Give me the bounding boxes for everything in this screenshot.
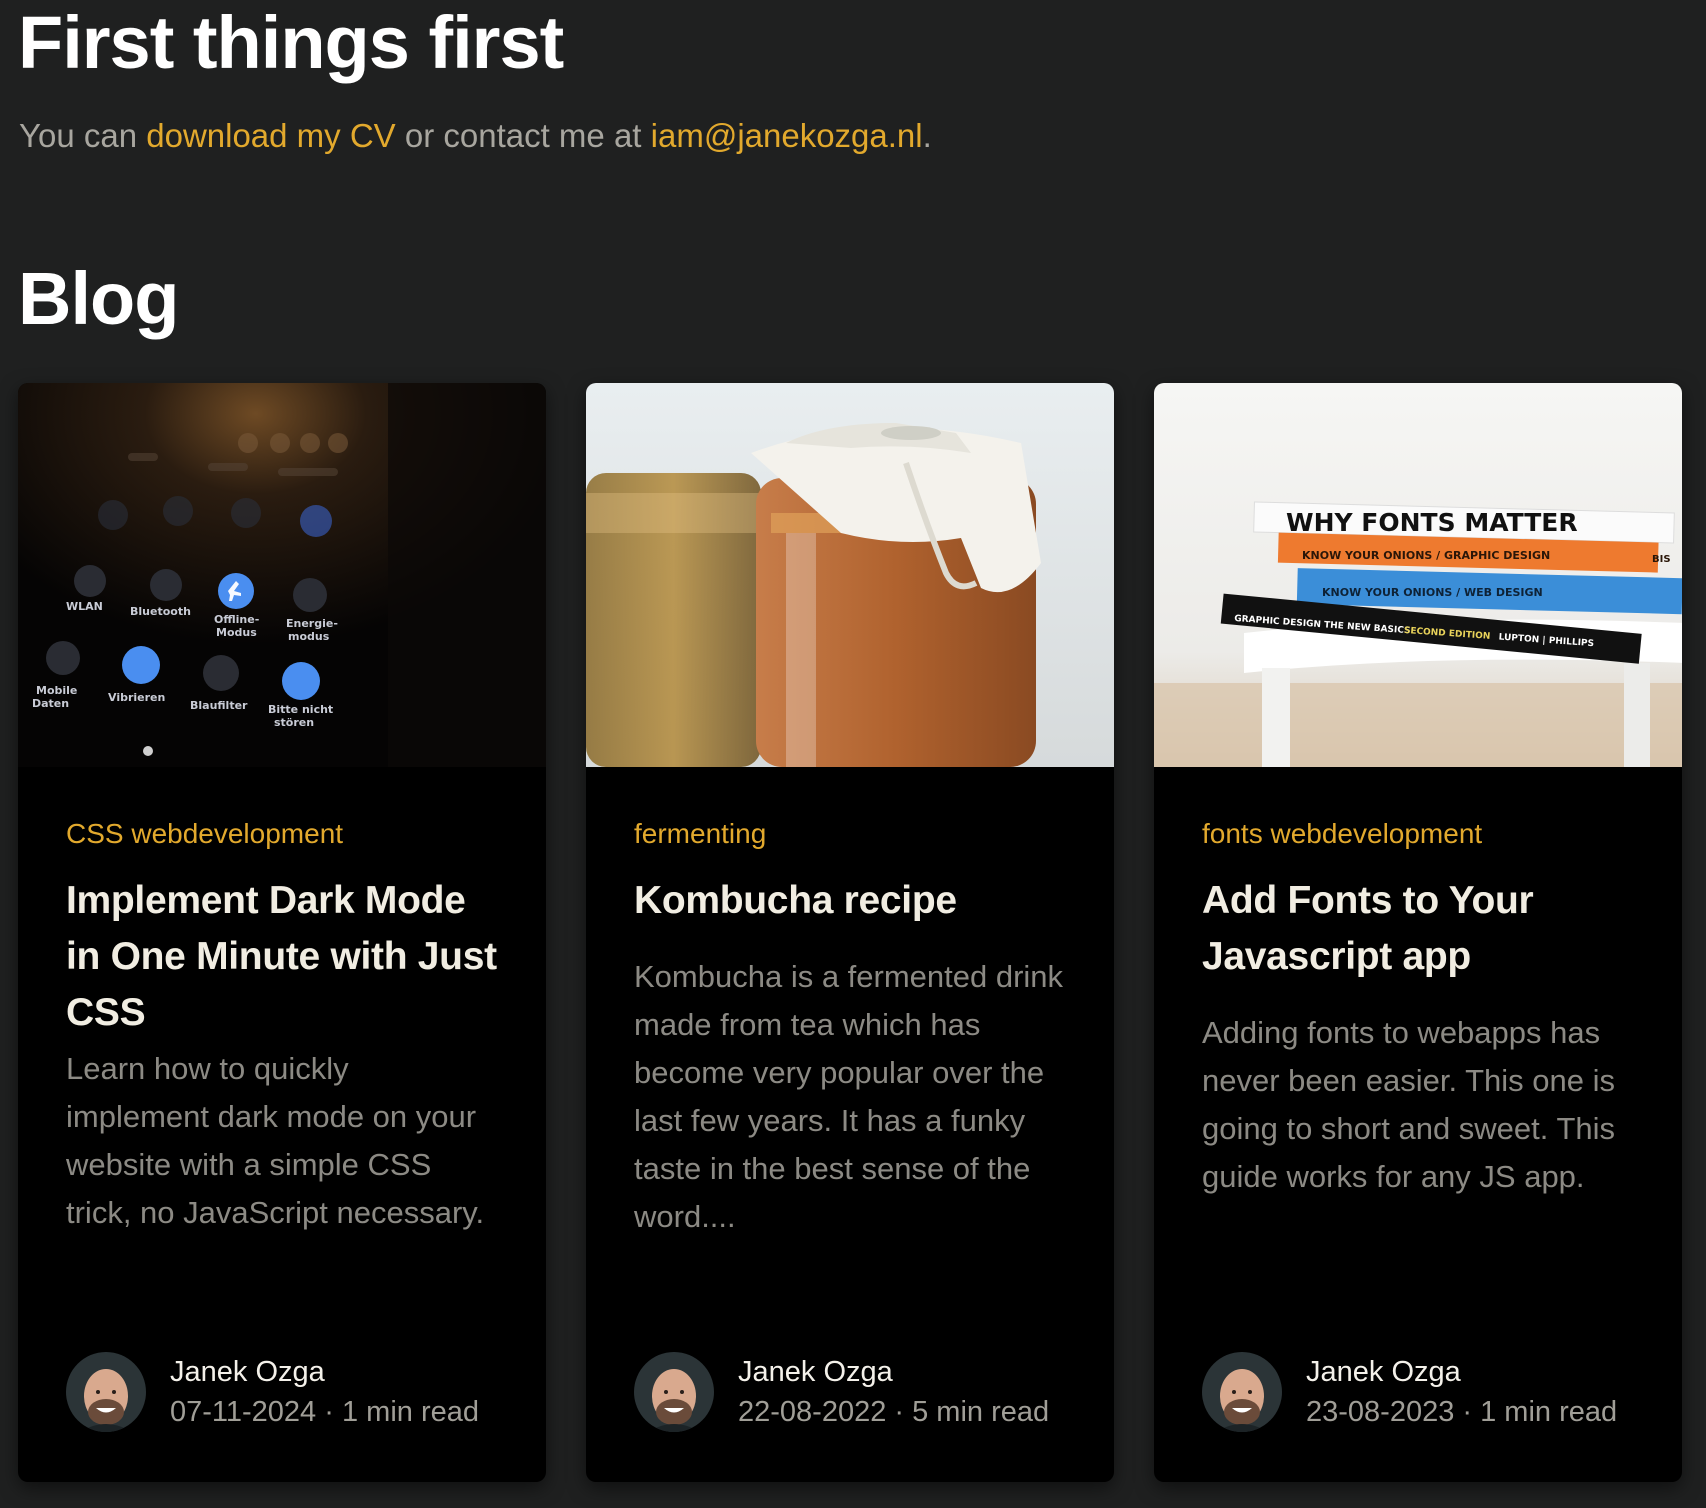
- publisher-mark: BIS: [1652, 554, 1671, 565]
- post-excerpt: Kombucha is a fermented drink made from …: [634, 959, 1064, 1234]
- post-date: 07-11-2024: [170, 1396, 317, 1428]
- post-thumbnail: WLAN Bluetooth Offline- Modus Energie- m…: [18, 383, 546, 767]
- post-meta: 23-08-2023 · 1 min read: [1306, 1394, 1617, 1430]
- blog-heading: Blog: [18, 257, 179, 340]
- thumb-label: Modus: [216, 626, 257, 639]
- read-time: 1 min read: [1480, 1396, 1618, 1428]
- post-tags[interactable]: fermenting: [634, 816, 766, 852]
- thumb-label: Vibrieren: [108, 691, 165, 704]
- email-link[interactable]: iam@janekozga.nl: [651, 117, 923, 154]
- thumb-label: stören: [274, 716, 314, 729]
- book-title: KNOW YOUR ONIONS / WEB DESIGN: [1322, 586, 1543, 599]
- book-title: WHY FONTS MATTER: [1286, 508, 1578, 537]
- post-excerpt: Learn how to quickly implement dark mode…: [66, 1051, 485, 1230]
- avatar: [66, 1352, 146, 1432]
- author-name: Janek Ozga: [738, 1356, 893, 1388]
- intro-suffix: .: [922, 117, 932, 154]
- page-title: First things first: [18, 1, 564, 84]
- thumb-label: Offline-: [214, 613, 259, 626]
- thumb-label: Bitte nicht: [268, 703, 333, 716]
- meta-separator: ·: [1454, 1396, 1481, 1428]
- post-tags[interactable]: fonts webdevelopment: [1202, 816, 1482, 852]
- intro-middle: or contact me at: [395, 117, 651, 154]
- post-thumbnail: WHY FONTS MATTER KNOW YOUR ONIONS / GRAP…: [1154, 383, 1682, 767]
- thumb-label: WLAN: [66, 600, 103, 613]
- post-meta: 22-08-2022 · 5 min read: [738, 1394, 1049, 1430]
- post-meta: 07-11-2024 · 1 min read: [170, 1394, 479, 1430]
- page: First things first You can download my C…: [0, 0, 1706, 1508]
- download-cv-link[interactable]: download my CV: [146, 117, 395, 154]
- blog-card[interactable]: fermenting Kombucha recipe Kombucha is a…: [586, 383, 1114, 1482]
- intro-text: You can download my CV or contact me at …: [19, 112, 932, 160]
- author-name: Janek Ozga: [170, 1356, 325, 1388]
- thumb-label: Daten: [32, 697, 69, 710]
- read-time: 1 min read: [341, 1396, 479, 1428]
- intro-prefix: You can: [19, 117, 147, 154]
- author-name: Janek Ozga: [1306, 1356, 1461, 1388]
- avatar: [634, 1352, 714, 1432]
- post-title[interactable]: Add Fonts to Your Javascript app: [1202, 873, 1642, 985]
- read-time: 5 min read: [912, 1396, 1050, 1428]
- meta-separator: ·: [886, 1396, 913, 1428]
- blog-card[interactable]: WLAN Bluetooth Offline- Modus Energie- m…: [18, 383, 546, 1482]
- thumb-label: Bluetooth: [130, 605, 191, 618]
- thumb-label: Energie-: [286, 617, 338, 630]
- thumb-label: modus: [288, 630, 330, 643]
- blog-card[interactable]: WHY FONTS MATTER KNOW YOUR ONIONS / GRAP…: [1154, 383, 1682, 1482]
- post-date: 23-08-2023: [1306, 1396, 1455, 1428]
- post-date: 22-08-2022: [738, 1396, 887, 1428]
- post-title[interactable]: Implement Dark Mode in One Minute with J…: [66, 873, 506, 1041]
- post-title[interactable]: Kombucha recipe: [634, 873, 1074, 929]
- thumb-label: Mobile: [36, 684, 77, 697]
- meta-separator: ·: [316, 1396, 342, 1428]
- post-thumbnail: [586, 383, 1114, 767]
- book-title: KNOW YOUR ONIONS / GRAPHIC DESIGN: [1302, 549, 1550, 562]
- post-tags[interactable]: CSS webdevelopment: [66, 816, 343, 852]
- avatar: [1202, 1352, 1282, 1432]
- post-excerpt: Adding fonts to webapps has never been e…: [1202, 1015, 1616, 1194]
- thumb-label: Blaufilter: [190, 699, 248, 712]
